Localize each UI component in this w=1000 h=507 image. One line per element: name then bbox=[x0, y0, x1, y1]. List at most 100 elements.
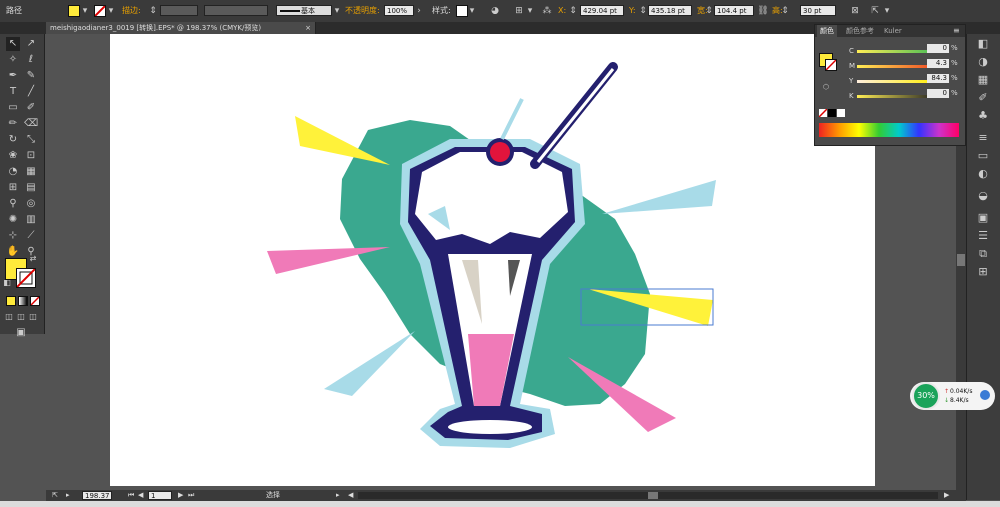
eyedropper-tool-icon[interactable]: ⚲ bbox=[6, 197, 20, 211]
artboard-tool-icon[interactable]: ⊹ bbox=[6, 229, 20, 243]
accelerator-icon[interactable] bbox=[980, 390, 990, 400]
x-input[interactable]: 429.04 pt bbox=[580, 5, 624, 16]
zoom-input[interactable]: 198.37 bbox=[82, 491, 112, 500]
close-icon[interactable]: × bbox=[305, 22, 311, 34]
graphic-styles-icon[interactable]: ▣ bbox=[975, 210, 991, 226]
transparency-icon[interactable]: ◐ bbox=[975, 166, 991, 182]
reference-point-icon[interactable]: ⁂ bbox=[540, 0, 554, 22]
horizontal-scroll-thumb[interactable] bbox=[648, 492, 658, 499]
curvature-tool-icon[interactable]: ✎ bbox=[24, 69, 38, 83]
stepper-icon[interactable]: ⇕ bbox=[704, 0, 714, 22]
line-tool-icon[interactable]: ╱ bbox=[24, 85, 38, 99]
align-icon[interactable]: ⊞ bbox=[512, 0, 526, 22]
stroke-icon[interactable]: ≡ bbox=[975, 130, 991, 146]
out-of-gamut-icon[interactable]: ⬡ bbox=[823, 83, 829, 91]
value-k[interactable]: 0 bbox=[927, 89, 949, 98]
slider-m[interactable] bbox=[857, 65, 937, 68]
slider-k[interactable] bbox=[857, 95, 937, 98]
chevron-down-icon[interactable]: ▾ bbox=[526, 0, 534, 22]
symbols-icon[interactable]: ♣ bbox=[975, 108, 991, 124]
appearance-icon[interactable]: ◒ bbox=[975, 188, 991, 204]
last-artboard-icon[interactable]: ⏭ bbox=[188, 490, 194, 501]
chevron-down-icon[interactable]: ▾ bbox=[106, 0, 116, 22]
gradient-mode-icon[interactable] bbox=[18, 296, 28, 306]
status-menu-icon[interactable]: ▸ bbox=[336, 490, 340, 501]
color-guide-icon[interactable]: ◑ bbox=[975, 54, 991, 70]
link-icon[interactable]: ⛓ bbox=[756, 0, 770, 22]
zoom-menu-icon[interactable]: ▸ bbox=[66, 490, 70, 501]
draw-behind-icon[interactable]: ◫ bbox=[16, 310, 26, 324]
mesh-tool-icon[interactable]: ⊞ bbox=[6, 181, 20, 195]
default-colors-icon[interactable]: ◧ bbox=[2, 278, 12, 288]
value-m[interactable]: 4.3 bbox=[927, 59, 949, 68]
recolor-icon[interactable]: ◕ bbox=[488, 0, 502, 22]
color-spectrum[interactable] bbox=[819, 123, 959, 137]
document-tab[interactable]: meishigaodianer3_0019 [转换].EPS* @ 198.37… bbox=[46, 22, 316, 34]
tab-color[interactable]: 颜色 bbox=[817, 25, 837, 37]
none-mode-icon[interactable] bbox=[30, 296, 40, 306]
artboard-number-input[interactable]: 1 bbox=[148, 491, 172, 500]
blend-tool-icon[interactable]: ◎ bbox=[24, 197, 38, 211]
gradient-tool-icon[interactable]: ▤ bbox=[24, 181, 38, 195]
stepper-icon[interactable]: ⇕ bbox=[780, 0, 790, 22]
stepper-icon[interactable]: ⇕ bbox=[638, 0, 648, 22]
opacity-label[interactable]: 不透明度: bbox=[345, 0, 380, 22]
panel-menu-icon[interactable]: ≡ bbox=[953, 25, 960, 37]
stroke-color-box[interactable] bbox=[16, 268, 36, 288]
slider-c[interactable] bbox=[857, 50, 937, 53]
scale-tool-icon[interactable]: ⤡ bbox=[24, 133, 38, 147]
free-transform-tool-icon[interactable]: ⊡ bbox=[24, 149, 38, 163]
transform-icon[interactable]: ⊠ bbox=[848, 0, 862, 22]
pencil-tool-icon[interactable]: ✏ bbox=[6, 117, 20, 131]
paintbrush-tool-icon[interactable]: ✐ bbox=[24, 101, 38, 115]
fill-swatch[interactable] bbox=[68, 5, 80, 17]
column-graph-tool-icon[interactable]: ▥ bbox=[24, 213, 38, 227]
direct-selection-tool-icon[interactable]: ↗ bbox=[24, 37, 38, 51]
chevron-down-icon[interactable]: ▾ bbox=[80, 0, 90, 22]
lasso-tool-icon[interactable]: ℓ bbox=[24, 53, 38, 67]
type-tool-icon[interactable]: T bbox=[6, 85, 20, 99]
gradient-icon[interactable]: ▭ bbox=[975, 148, 991, 164]
variable-width-field[interactable] bbox=[204, 5, 268, 16]
selection-tool-icon[interactable]: ↖ bbox=[6, 37, 20, 51]
next-artboard-icon[interactable]: ▶ bbox=[178, 490, 183, 501]
milkshake-artwork[interactable] bbox=[110, 34, 875, 486]
shape-builder-tool-icon[interactable]: ◔ bbox=[6, 165, 20, 179]
rectangle-tool-icon[interactable]: ▭ bbox=[6, 101, 20, 115]
magic-wand-tool-icon[interactable]: ✧ bbox=[6, 53, 20, 67]
slice-tool-icon[interactable]: ⟋ bbox=[24, 229, 38, 243]
hand-tool-icon[interactable]: ✋ bbox=[6, 245, 20, 259]
eraser-tool-icon[interactable]: ⌫ bbox=[24, 117, 38, 131]
stepper-icon[interactable]: ⇕ bbox=[148, 0, 158, 22]
panel-stroke-swatch[interactable] bbox=[825, 59, 837, 71]
export-icon[interactable]: ⇱ bbox=[52, 490, 58, 501]
chevron-down-icon[interactable]: ▾ bbox=[332, 0, 342, 22]
perspective-grid-tool-icon[interactable]: ▦ bbox=[24, 165, 38, 179]
chevron-down-icon[interactable]: ▾ bbox=[882, 0, 892, 22]
warp-tool-icon[interactable]: ❀ bbox=[6, 149, 20, 163]
black-swatch[interactable] bbox=[828, 109, 836, 117]
scroll-left-icon[interactable]: ◀ bbox=[348, 490, 353, 501]
pen-tool-icon[interactable]: ✒ bbox=[6, 69, 20, 83]
layers-icon[interactable]: ☰ bbox=[975, 228, 991, 244]
artboards-icon[interactable]: ⧉ bbox=[975, 246, 991, 262]
value-c[interactable]: 0 bbox=[927, 44, 949, 53]
prev-artboard-icon[interactable]: ◀ bbox=[138, 490, 143, 501]
value-y[interactable]: 84.3 bbox=[927, 74, 949, 83]
tab-color-guide[interactable]: 颜色参考 bbox=[843, 25, 877, 37]
brushes-icon[interactable]: ✐ bbox=[975, 90, 991, 106]
stroke-label[interactable]: 描边: bbox=[122, 0, 141, 22]
tab-kuler[interactable]: Kuler bbox=[881, 25, 905, 37]
first-artboard-icon[interactable]: ⏮ bbox=[128, 490, 134, 501]
screen-mode-icon[interactable]: ▣ bbox=[14, 326, 28, 340]
stepper-icon[interactable]: ⇕ bbox=[568, 0, 578, 22]
swap-icon[interactable]: ⇄ bbox=[28, 254, 38, 264]
swatches-icon[interactable]: ▦ bbox=[975, 72, 991, 88]
draw-inside-icon[interactable]: ◫ bbox=[28, 310, 38, 324]
vertical-scroll-thumb[interactable] bbox=[957, 254, 965, 266]
stroke-weight-field[interactable] bbox=[160, 5, 198, 16]
network-monitor-widget[interactable]: 30% ↑ 0.04K/s ↓ 8.4K/s bbox=[910, 382, 995, 414]
slider-y[interactable] bbox=[857, 80, 937, 83]
white-swatch[interactable] bbox=[837, 109, 845, 117]
chevron-right-icon[interactable]: › bbox=[414, 0, 424, 22]
